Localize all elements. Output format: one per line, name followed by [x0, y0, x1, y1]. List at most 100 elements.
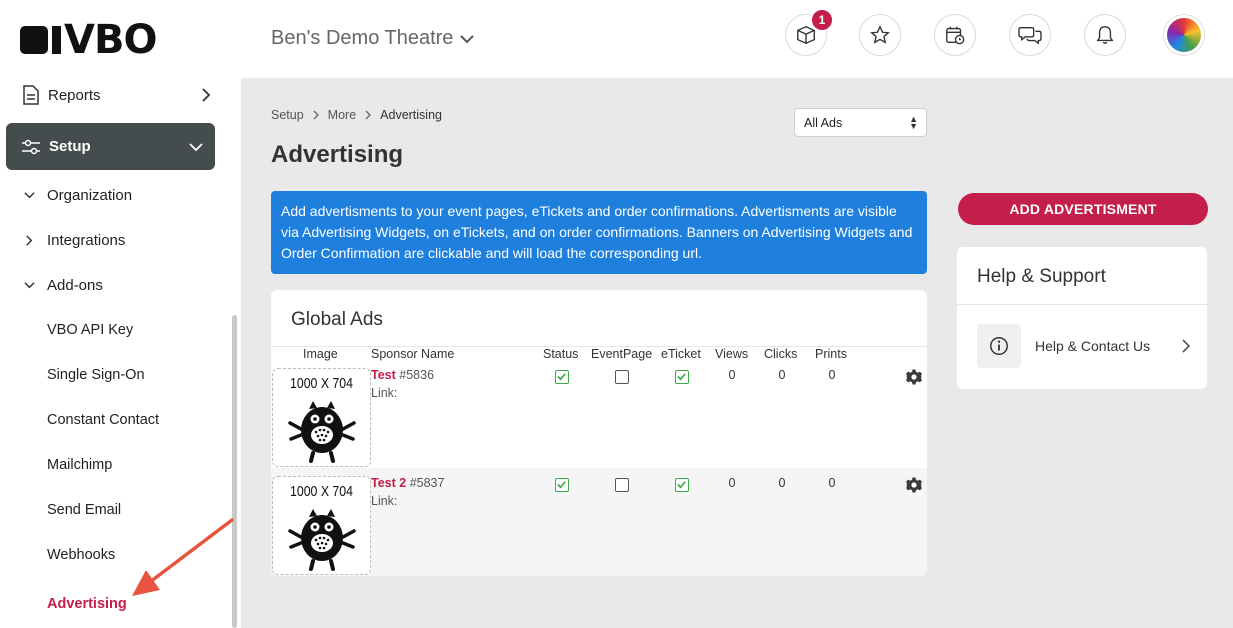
sidebar-item-label: Setup — [49, 138, 91, 155]
breadcrumb-more[interactable]: More — [328, 108, 356, 122]
table-row[interactable]: 1000 X 704 Test 2 #5837 Link: 0 0 0 — [271, 468, 927, 576]
sidebar-item-single-sign-on[interactable]: Single Sign-On — [47, 367, 145, 383]
document-icon — [23, 85, 39, 105]
eventpage-checkbox[interactable] — [615, 478, 629, 492]
sidebar-item-add-ons[interactable]: Add-ons — [24, 277, 103, 294]
gear-icon[interactable] — [905, 476, 923, 494]
sidebar-item-label: Add-ons — [47, 277, 103, 294]
ad-image-size-label: 1000 X 704 — [290, 375, 353, 392]
clicks-count: 0 — [778, 476, 786, 490]
info-banner: Add advertisments to your event pages, e… — [271, 191, 927, 274]
help-title: Help & Support — [977, 266, 1106, 287]
column-header-prints: Prints — [815, 347, 847, 361]
global-ads-card: Global Ads Image Sponsor Name Status Eve… — [271, 290, 927, 576]
sidebar-item-webhooks[interactable]: Webhooks — [47, 547, 115, 563]
top-header: VBO Ben's Demo Theatre 1 — [0, 0, 1233, 78]
sidebar-item-mailchimp[interactable]: Mailchimp — [47, 457, 112, 473]
ad-image[interactable]: 1000 X 704 — [272, 368, 371, 467]
sidebar-item-integrations[interactable]: Integrations — [24, 232, 125, 249]
chat-button[interactable] — [1009, 14, 1051, 56]
sidebar-item-constant-contact[interactable]: Constant Contact — [47, 412, 159, 428]
schedule-button[interactable] — [934, 14, 976, 56]
chevron-right-icon — [365, 110, 372, 120]
theatre-selector[interactable]: Ben's Demo Theatre — [271, 27, 475, 50]
page-title: Advertising — [271, 141, 404, 168]
help-contact-link[interactable]: Help & Contact Us — [977, 324, 1191, 368]
sidebar-item-vbo-api-key[interactable]: VBO API Key — [47, 322, 133, 338]
sidebar-item-label: Integrations — [47, 232, 126, 249]
chevron-down-icon — [24, 282, 35, 289]
column-header-image: Image — [303, 347, 338, 361]
ad-image[interactable]: 1000 X 704 — [272, 476, 371, 575]
notifications-button[interactable] — [1084, 14, 1126, 56]
sidebar-item-reports[interactable]: Reports — [22, 85, 212, 105]
user-menu-button[interactable] — [1163, 14, 1205, 56]
column-header-clicks: Clicks — [764, 347, 798, 361]
vbo-logo[interactable]: VBO — [20, 17, 157, 63]
sponsor-link[interactable]: Test — [371, 368, 396, 382]
chevron-down-icon — [460, 34, 475, 43]
prints-count: 0 — [828, 368, 836, 382]
check-icon — [557, 373, 566, 381]
column-header-eventpage: EventPage — [591, 347, 653, 361]
ads-filter-value: All Ads — [804, 115, 843, 130]
star-icon — [870, 25, 890, 44]
favorites-button[interactable] — [859, 14, 901, 56]
sponsor-name: Test #5836 — [371, 368, 434, 382]
sidebar-item-setup[interactable]: Setup — [6, 123, 215, 170]
help-support-card: Help & Support Help & Contact Us — [957, 247, 1207, 389]
chat-icon — [1018, 26, 1042, 45]
monster-mascot-icon — [288, 401, 356, 463]
theatre-name: Ben's Demo Theatre — [271, 27, 454, 49]
chevron-right-icon — [202, 88, 211, 102]
eticket-checkbox[interactable] — [675, 370, 689, 384]
check-icon — [677, 373, 686, 381]
sidebar-scrollbar[interactable] — [232, 315, 237, 628]
check-icon — [677, 481, 686, 489]
breadcrumb-setup[interactable]: Setup — [271, 108, 304, 122]
views-count: 0 — [728, 368, 736, 382]
bell-icon — [1096, 26, 1114, 44]
ad-id: #5837 — [409, 476, 445, 490]
logo-mark-icon — [20, 26, 61, 54]
prints-count: 0 — [828, 476, 836, 490]
chevron-down-icon — [24, 192, 35, 199]
sponsor-link[interactable]: Test 2 — [371, 476, 406, 490]
chevron-right-icon — [313, 110, 319, 120]
calendar-clock-icon — [946, 26, 965, 45]
breadcrumb-current: Advertising — [380, 108, 442, 122]
help-contact-label: Help & Contact Us — [1035, 338, 1151, 354]
settings-sliders-icon — [22, 139, 40, 154]
breadcrumb: Setup More Advertising — [271, 108, 442, 122]
sidebar-item-organization[interactable]: Organization — [24, 187, 132, 204]
check-icon — [557, 481, 566, 489]
info-icon — [990, 337, 1008, 355]
box-button[interactable]: 1 — [785, 8, 834, 56]
clicks-count: 0 — [778, 368, 786, 382]
status-checkbox[interactable] — [555, 478, 569, 492]
chevron-down-icon — [189, 142, 203, 151]
eventpage-checkbox[interactable] — [615, 370, 629, 384]
logo-text: VBO — [64, 17, 157, 63]
global-ads-title: Global Ads — [291, 309, 383, 330]
ads-filter-select[interactable]: All Ads ▲ ▼ — [794, 108, 927, 137]
notification-badge: 1 — [810, 8, 834, 32]
sidebar-item-send-email[interactable]: Send Email — [47, 502, 121, 518]
column-header-eticket: eTicket — [661, 347, 701, 361]
column-header-sponsor: Sponsor Name — [371, 347, 455, 361]
ad-id: #5836 — [399, 368, 435, 382]
add-advertisment-button[interactable]: ADD ADVERTISMENT — [958, 193, 1208, 225]
status-checkbox[interactable] — [555, 370, 569, 384]
sidebar-item-advertising[interactable]: Advertising — [47, 596, 127, 612]
chevron-right-icon — [1182, 339, 1191, 353]
views-count: 0 — [728, 476, 736, 490]
table-row[interactable]: 1000 X 704 Test #5836 Link: 0 0 0 — [271, 368, 927, 476]
gear-icon[interactable] — [905, 368, 923, 386]
eticket-checkbox[interactable] — [675, 478, 689, 492]
ad-image-size-label: 1000 X 704 — [290, 483, 353, 500]
divider — [957, 304, 1207, 305]
ad-link-label: Link: — [371, 386, 398, 400]
column-header-status: Status — [543, 347, 579, 361]
ad-link-label: Link: — [371, 494, 398, 508]
column-header-views: Views — [715, 347, 749, 361]
